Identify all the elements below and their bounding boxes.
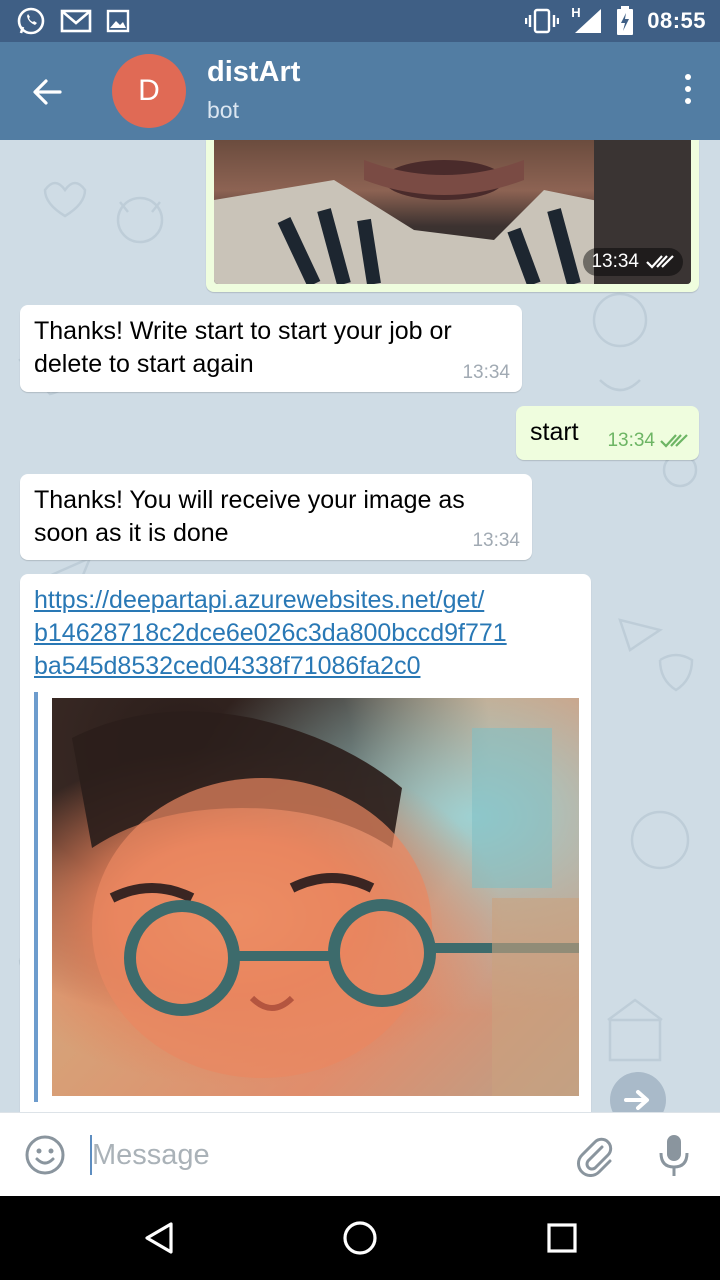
chat-header: D distArt bot [0,42,720,140]
sent-photo-message[interactable]: 13:34 [206,140,699,292]
network-label: H [571,5,581,20]
chat-title[interactable]: distArt [207,56,300,89]
whatsapp-icon [17,7,45,35]
nav-home-icon[interactable] [338,1216,382,1260]
avatar[interactable]: D [112,54,186,128]
message-text-line: Thanks! Write start to start your job or [34,317,452,345]
message-link[interactable]: b14628718c2dce6e026c3da800bccd9f771 [34,617,584,650]
back-arrow-icon[interactable] [26,70,70,114]
network-type: H [571,5,603,35]
status-bar: H 08:55 [0,0,720,42]
link-preview[interactable] [34,692,579,1102]
gmail-icon [60,9,92,33]
message-meta: 13:34 [607,430,689,452]
message-time: 13:34 [472,530,520,551]
microphone-icon[interactable] [656,1133,692,1179]
sent-photo[interactable]: 13:34 [214,140,691,284]
message-text: start [530,418,579,446]
incoming-link-message[interactable]: https://deepartapi.azurewebsites.net/get… [20,574,591,1112]
message-time: 13:34 [607,430,655,451]
message-text-line: Thanks! You will receive your image as [34,486,465,514]
status-time: 08:55 [647,8,706,33]
message-link[interactable]: ba545d8532ced04338f71086fa2c0 [34,650,584,683]
preview-image[interactable] [52,698,579,1096]
message-time: 13:34 [462,362,510,383]
nav-recents-icon[interactable] [540,1216,584,1260]
double-check-icon [660,434,688,448]
message-time: 13:34 [591,251,639,272]
system-navigation-bar [0,1196,720,1280]
message-meta: 13:34 [583,248,683,276]
preview-accent-bar [34,692,38,1102]
emoji-icon[interactable] [24,1134,66,1176]
message-text-line: soon as it is done [34,519,229,547]
message-input[interactable] [92,1133,552,1177]
message-text-line: delete to start again [34,350,254,378]
message-list[interactable]: 13:34 Thanks! Write start to start your … [0,140,720,1112]
vibrate-icon [525,8,560,34]
chat-subtitle: bot [207,97,239,123]
incoming-message[interactable]: Thanks! Write start to start your job or… [20,305,522,392]
message-composer [0,1112,720,1196]
message-link[interactable]: https://deepartapi.azurewebsites.net/get… [34,584,584,617]
gallery-icon [106,9,130,33]
attach-icon[interactable] [572,1133,616,1177]
double-check-icon [646,255,674,269]
nav-back-icon[interactable] [138,1216,182,1260]
artwork-content [72,711,579,1096]
arrow-right-icon [624,1090,649,1110]
incoming-message[interactable]: Thanks! You will receive your image as s… [20,474,532,560]
outgoing-message[interactable]: start 13:34 [516,406,699,460]
battery-charging-icon [617,6,634,35]
more-options-icon[interactable] [682,74,694,110]
